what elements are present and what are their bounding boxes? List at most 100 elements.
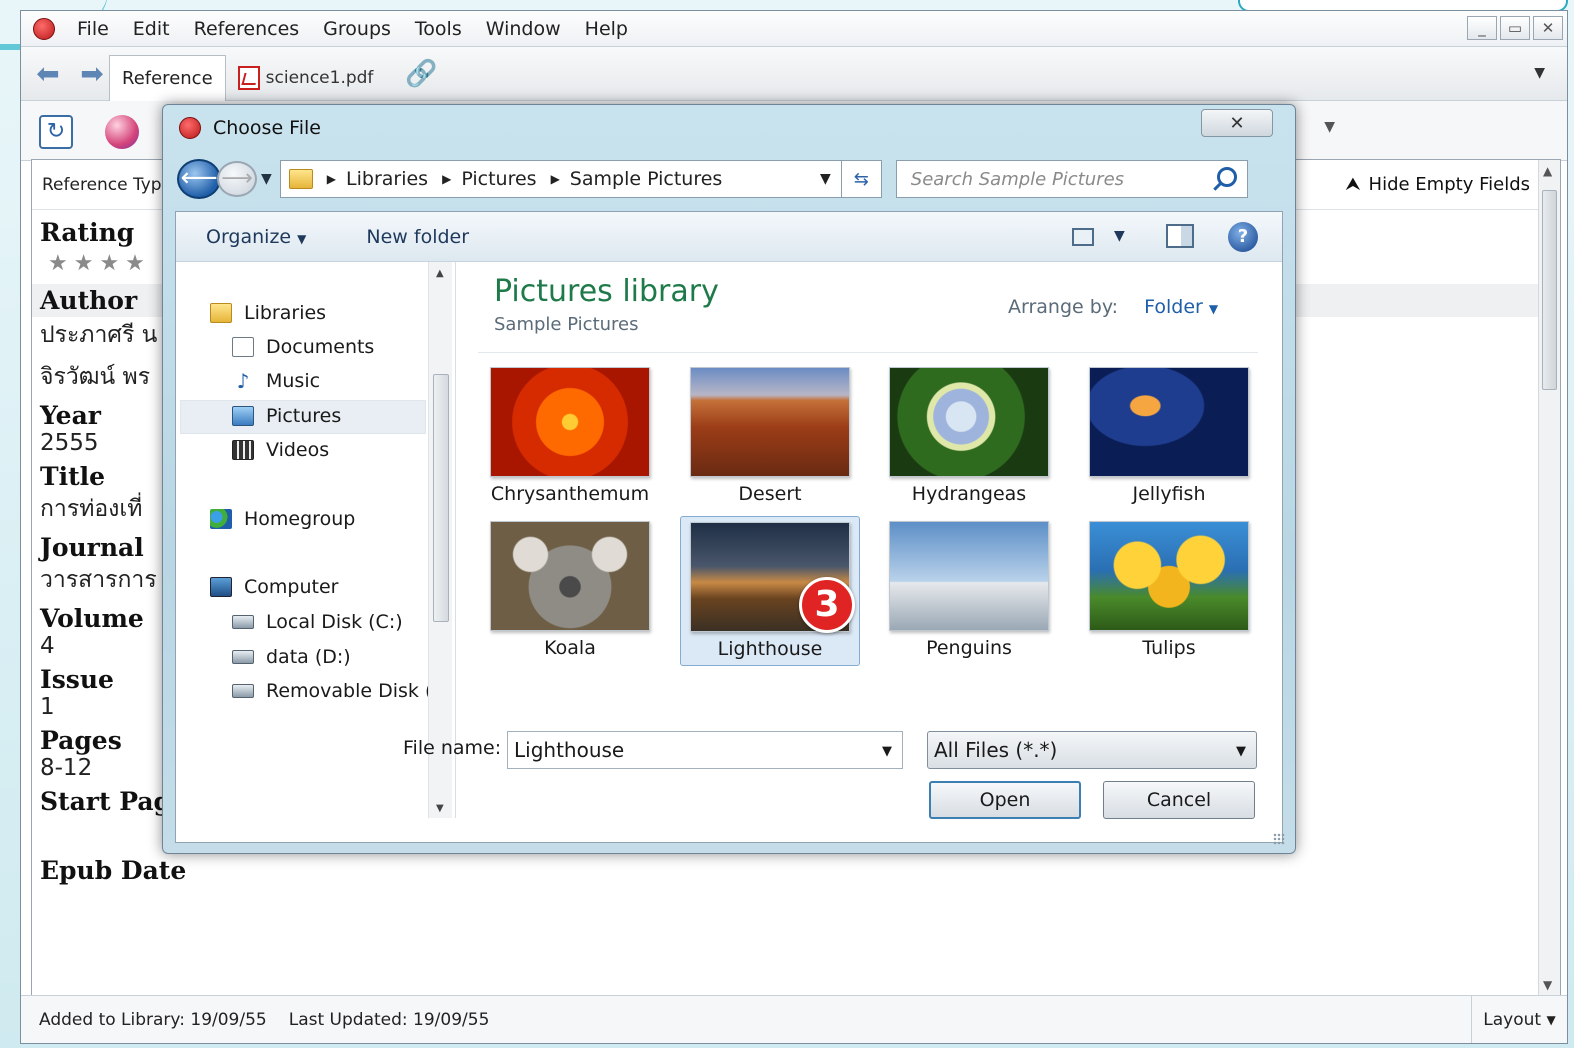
arrange-by: Arrange by: Folder ▼ <box>1008 296 1218 318</box>
scroll-thumb[interactable] <box>433 374 449 622</box>
file-name-input[interactable]: Lighthouse ▼ <box>507 731 903 769</box>
search-icon[interactable] <box>1216 167 1237 187</box>
open-button[interactable]: Open <box>929 781 1081 819</box>
menu-groups[interactable]: Groups <box>311 18 403 40</box>
nav-item-local-disk[interactable]: Local Disk (C:) <box>232 611 403 633</box>
tab-reference[interactable]: Reference <box>109 54 226 101</box>
breadcrumb-separator-icon[interactable]: ▶ <box>327 172 336 186</box>
chevron-down-icon[interactable]: ▼ <box>882 744 892 759</box>
panel-scrollbar[interactable]: ▲ ▼ <box>1538 160 1560 996</box>
file-item[interactable]: Koala <box>480 516 660 666</box>
tab-bar: ⬅ ➡ Reference science1.pdf 🔗 ▼ <box>21 47 1567 101</box>
menu-help[interactable]: Help <box>573 18 640 40</box>
back-button[interactable]: ⟵ <box>177 159 221 199</box>
pictures-icon <box>232 406 254 426</box>
local-disk-icon <box>232 615 254 629</box>
dialog-close-button[interactable]: ✕ <box>1201 109 1273 137</box>
paperclip-icon[interactable]: 🔗 <box>405 59 437 89</box>
new-folder-button[interactable]: New folder <box>366 226 469 248</box>
libraries-icon <box>210 303 232 323</box>
hydrangeas-thumbnail <box>889 367 1049 477</box>
hide-empty-fields-button[interactable]: ⮝ Hide Empty Fields <box>1345 174 1530 195</box>
forward-button[interactable]: ⟶ <box>217 161 257 197</box>
drive-icon <box>232 650 254 664</box>
reference-type-label: Reference Typ <box>42 174 162 195</box>
documents-icon <box>232 337 254 357</box>
file-item[interactable]: Hydrangeas <box>879 362 1059 512</box>
nav-item-videos[interactable]: Videos <box>232 439 329 461</box>
help-icon[interactable]: ? <box>1228 222 1258 252</box>
nav-item-computer[interactable]: Computer <box>210 576 338 598</box>
file-name: Tulips <box>1142 637 1196 659</box>
nav-label: Computer <box>244 576 339 598</box>
tab-overflow-icon[interactable]: ▼ <box>1534 65 1545 81</box>
scroll-down-icon[interactable]: ▼ <box>436 803 444 814</box>
search-placeholder: Search Sample Pictures <box>910 168 1125 190</box>
toolbar-dropdown-icon[interactable]: ▼ <box>1324 119 1335 135</box>
menu-edit[interactable]: Edit <box>121 18 182 40</box>
scroll-thumb[interactable] <box>1542 190 1557 390</box>
nav-item-documents[interactable]: Documents <box>232 336 374 358</box>
layout-button[interactable]: Layout ▼ <box>1471 996 1567 1043</box>
menu-tools[interactable]: Tools <box>403 18 474 40</box>
view-dropdown-icon[interactable]: ▼ <box>1114 228 1125 244</box>
breadcrumb[interactable]: ▶ Libraries ▶ Pictures ▶ Sample Pictures… <box>279 160 842 198</box>
preview-pane-icon[interactable] <box>1166 224 1194 248</box>
app-logo-icon <box>33 17 55 40</box>
nav-item-libraries[interactable]: Libraries <box>210 302 326 324</box>
breadcrumb-separator-icon[interactable]: ▶ <box>442 172 451 186</box>
organize-label: Organize <box>206 225 292 248</box>
file-item[interactable]: Chrysanthemum <box>480 362 660 512</box>
nav-item-music[interactable]: ♪ Music <box>232 370 320 392</box>
menu-references[interactable]: References <box>182 18 312 40</box>
nav-item-data-disk[interactable]: data (D:) <box>232 646 351 668</box>
back-arrow-icon[interactable]: ⬅ <box>31 59 65 87</box>
nav-item-pictures[interactable]: Pictures <box>232 405 341 427</box>
forward-arrow-icon[interactable]: ➡ <box>75 59 109 87</box>
nav-scrollbar[interactable]: ▲ ▼ <box>428 262 452 818</box>
file-item-selected[interactable]: Lighthouse 3 <box>680 516 860 666</box>
change-view-icon[interactable] <box>1072 228 1094 246</box>
menu-file[interactable]: File <box>65 18 121 40</box>
nav-item-homegroup[interactable]: Homegroup <box>210 508 355 530</box>
path-dropdown-icon[interactable]: ▼ <box>820 171 831 187</box>
file-type-select[interactable]: All Files (*.*) ▼ <box>927 731 1257 769</box>
tab-pdf[interactable]: science1.pdf <box>226 55 386 101</box>
history-dropdown-icon[interactable]: ▼ <box>261 171 272 187</box>
file-name: Chrysanthemum <box>490 483 650 505</box>
refresh-button[interactable]: ⇆ <box>841 160 882 198</box>
address-bar: ⟵ ⟶ ▼ ▶ Libraries ▶ Pictures ▶ Sample Pi… <box>177 159 1287 199</box>
scroll-down-icon[interactable]: ▼ <box>1543 978 1552 992</box>
file-item[interactable]: Tulips <box>1079 516 1259 666</box>
breadcrumb-pictures[interactable]: Pictures <box>461 168 536 190</box>
pdf-icon <box>237 65 260 90</box>
breadcrumb-separator-icon[interactable]: ▶ <box>551 172 560 186</box>
minimize-button[interactable]: _ <box>1467 16 1497 40</box>
koala-thumbnail <box>490 521 650 631</box>
organize-button[interactable]: Organize ▼ <box>206 226 306 248</box>
cancel-button[interactable]: Cancel <box>1103 781 1255 819</box>
nav-label: Removable Disk ( <box>266 680 433 702</box>
arrange-dropdown[interactable]: Folder ▼ <box>1144 296 1218 318</box>
find-fulltext-icon[interactable] <box>105 115 139 149</box>
collapse-up-icon: ⮝ <box>1345 174 1361 195</box>
dialog-title: Choose File <box>213 117 321 139</box>
file-item[interactable]: Jellyfish <box>1079 362 1259 512</box>
restore-button[interactable]: ▭ <box>1500 16 1530 40</box>
menu-window[interactable]: Window <box>474 18 573 40</box>
chevron-down-icon: ▼ <box>297 231 307 246</box>
nav-item-removable[interactable]: Removable Disk ( <box>232 680 432 702</box>
scroll-up-icon[interactable]: ▲ <box>436 268 444 279</box>
search-input[interactable]: Search Sample Pictures <box>895 160 1248 198</box>
status-bar: Added to Library: 19/09/55 Last Updated:… <box>21 995 1567 1043</box>
scroll-up-icon[interactable]: ▲ <box>1543 164 1552 178</box>
breadcrumb-libraries[interactable]: Libraries <box>346 168 428 190</box>
breadcrumb-sample-pictures[interactable]: Sample Pictures <box>570 168 723 190</box>
nav-label: Documents <box>266 336 375 358</box>
file-item[interactable]: Penguins <box>879 516 1059 666</box>
file-item[interactable]: Desert <box>680 362 860 512</box>
resize-grip-icon[interactable] <box>1273 833 1285 845</box>
nav-label: data (D:) <box>266 646 351 668</box>
close-window-button[interactable]: ✕ <box>1533 16 1563 40</box>
refresh-icon[interactable]: ↻ <box>39 115 73 149</box>
